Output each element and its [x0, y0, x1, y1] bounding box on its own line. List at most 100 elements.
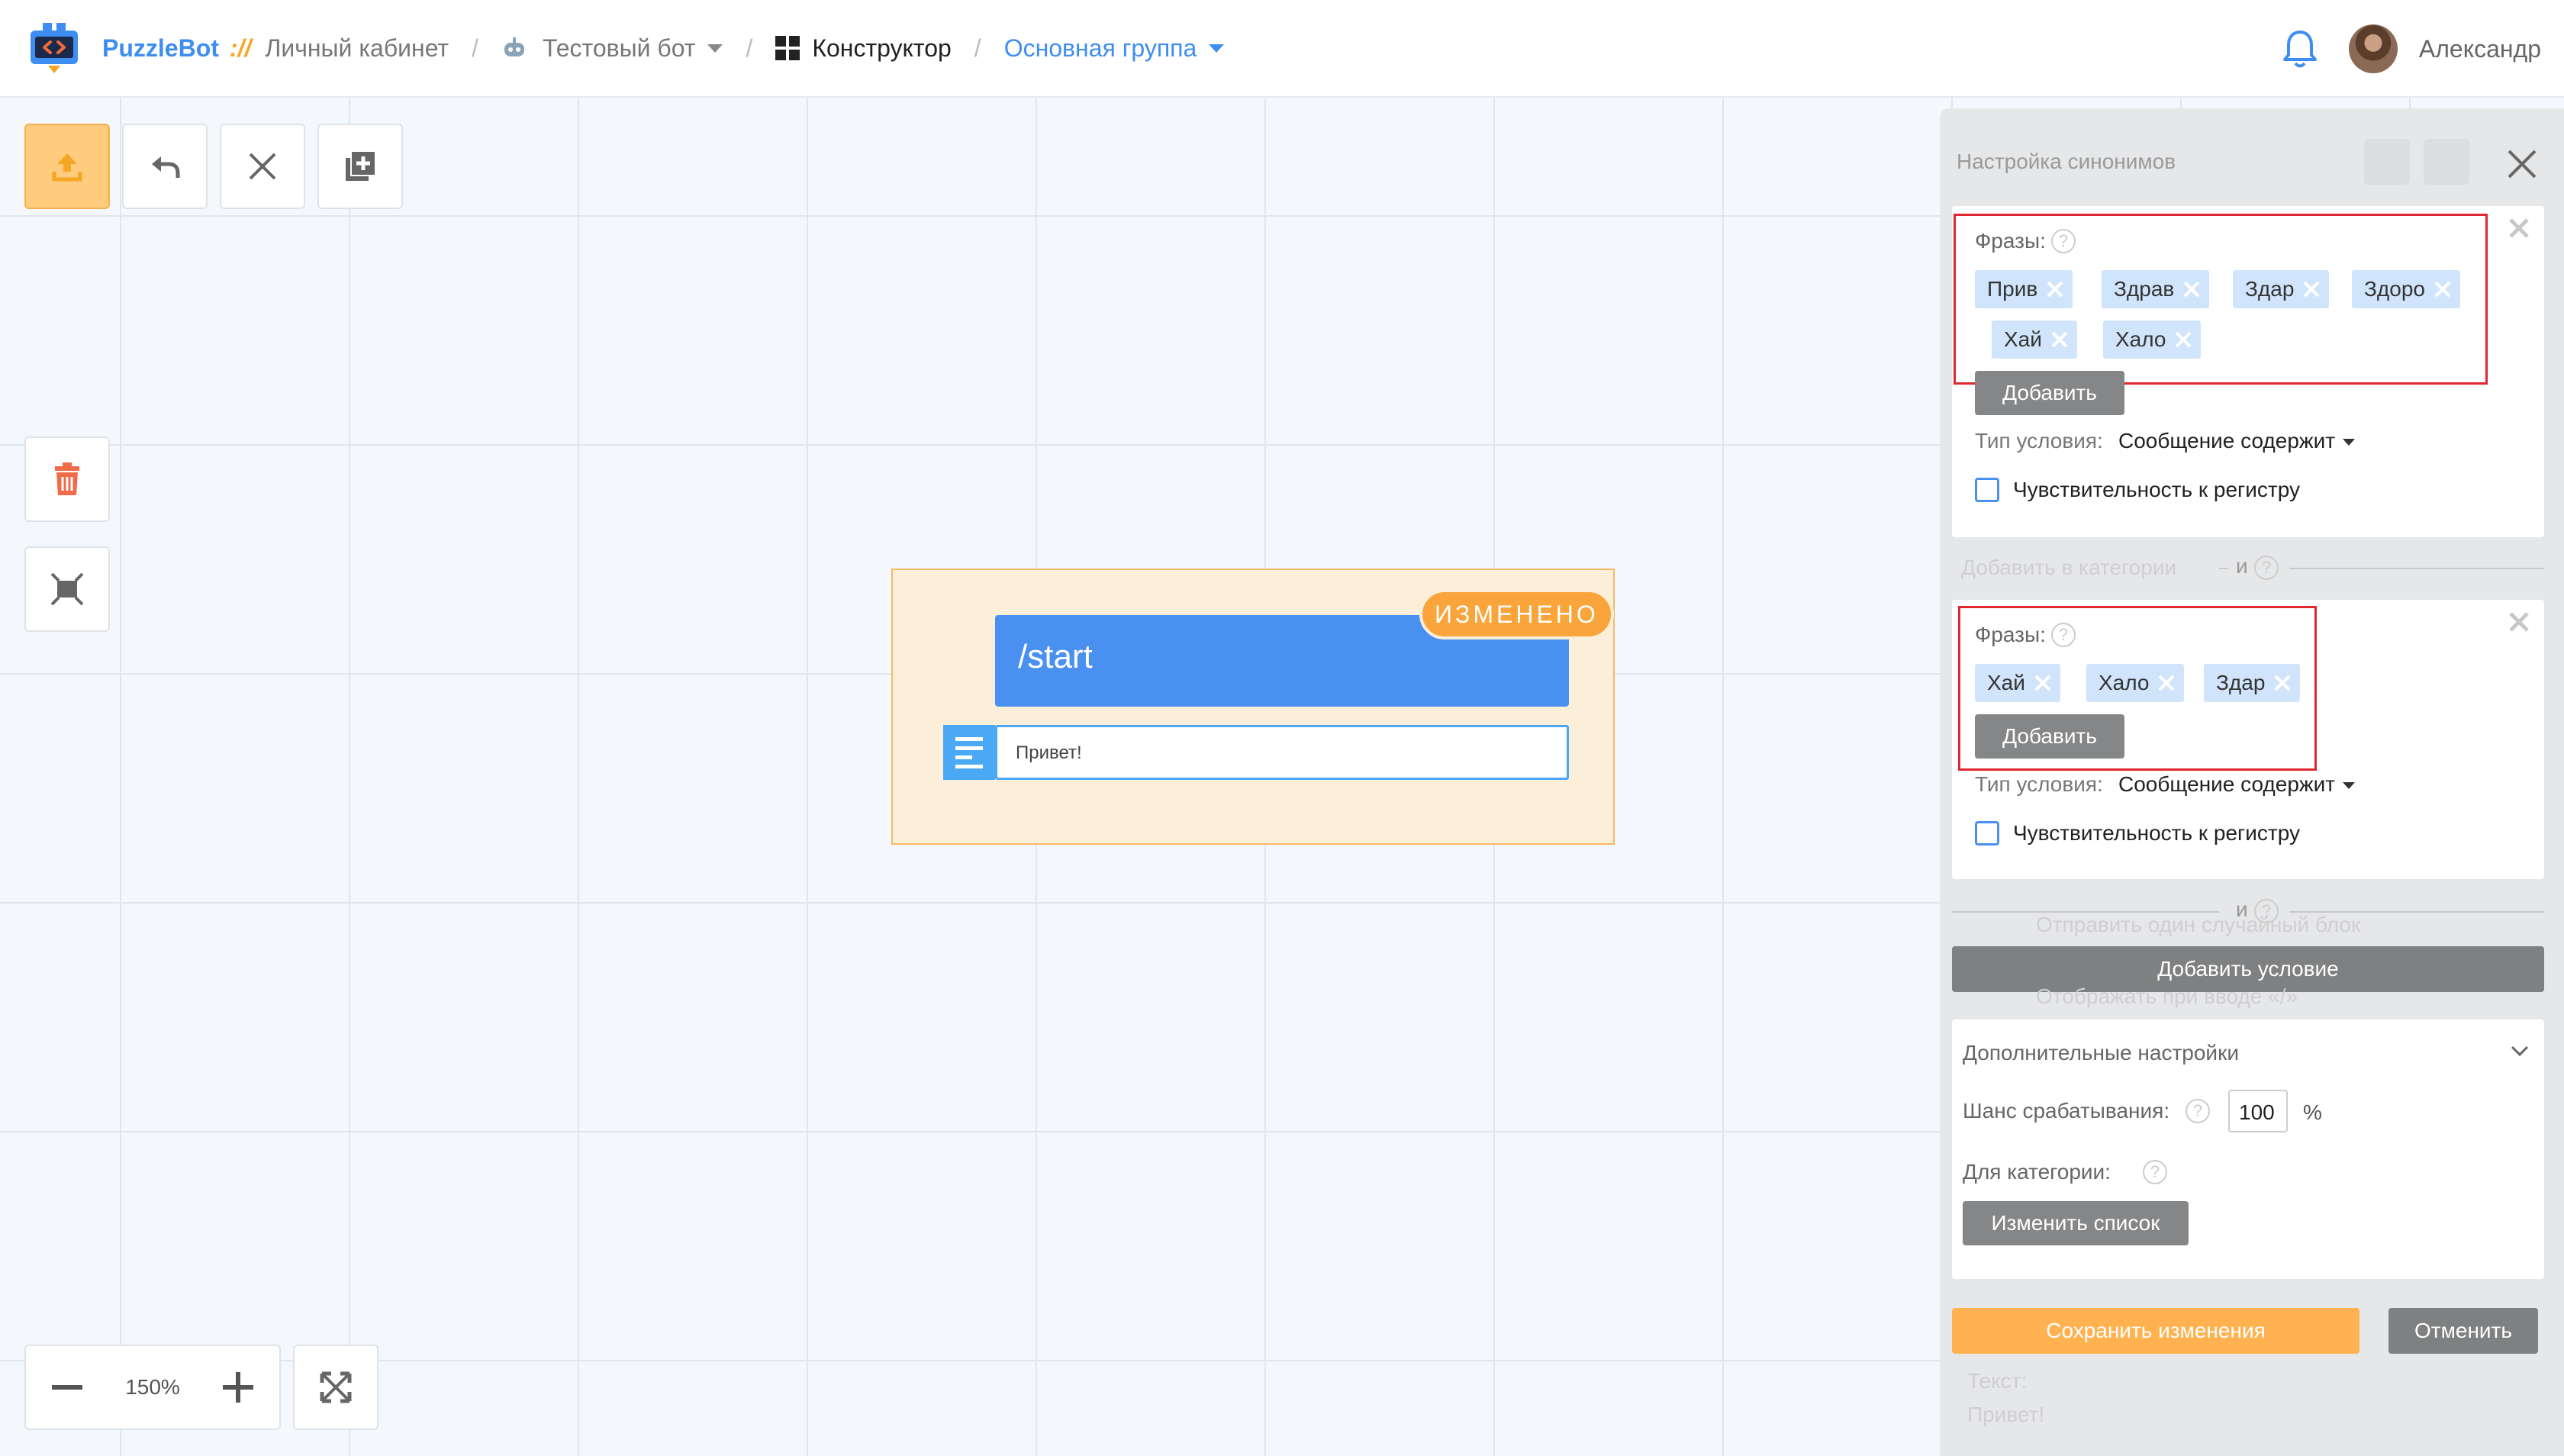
zoom-control: 150% — [24, 1345, 281, 1430]
zoom-out-icon[interactable] — [50, 1371, 84, 1404]
fit-frame-button[interactable] — [24, 546, 110, 632]
zoom-in-icon[interactable] — [221, 1371, 255, 1404]
remove-tag-icon[interactable] — [2173, 330, 2193, 350]
chance-label: Шанс срабатывания: — [1963, 1099, 2170, 1123]
breadcrumb-constructor[interactable]: Конструктор — [812, 34, 951, 63]
help-icon[interactable]: ? — [2254, 556, 2279, 580]
remove-tag-icon[interactable] — [2050, 330, 2070, 350]
remove-tag-icon[interactable] — [2433, 279, 2453, 299]
close-icon[interactable] — [2503, 145, 2541, 183]
add-phrase-button[interactable]: Добавить — [1975, 714, 2124, 759]
frame-icon — [50, 572, 84, 606]
breadcrumb-cabinet[interactable]: Личный кабинет — [265, 34, 449, 63]
phrase-tag: Здар — [2233, 270, 2330, 308]
upload-icon — [52, 153, 82, 182]
help-icon[interactable]: ? — [2186, 1099, 2210, 1123]
chevron-down-icon[interactable] — [1209, 43, 1225, 53]
condition-type-select[interactable]: Сообщение содержит — [2118, 772, 2356, 797]
remove-tag-icon[interactable] — [2301, 279, 2321, 299]
add-block-icon — [346, 152, 375, 181]
help-icon[interactable]: ? — [2143, 1160, 2167, 1184]
add-phrase-button[interactable]: Добавить — [1975, 371, 2124, 415]
faded-background-text: Привет! — [1967, 1403, 2045, 1426]
puzzlebot-logo-icon[interactable] — [27, 21, 81, 75]
extra-settings-card: Дополнительные настройки Шанс срабатыван… — [1952, 1020, 2544, 1279]
constructor-grid-icon — [775, 36, 800, 60]
case-sensitivity-label[interactable]: Чувствительность к регистру — [2013, 821, 2300, 846]
chevron-down-icon — [2343, 782, 2356, 790]
delete-button[interactable] — [24, 436, 110, 522]
change-list-button[interactable]: Изменить список — [1963, 1201, 2189, 1245]
undo-icon — [152, 156, 180, 178]
cancel-button[interactable]: Отменить — [2388, 1308, 2538, 1354]
condition-type-label: Тип условия: — [1975, 772, 2103, 796]
case-sensitivity-checkbox[interactable] — [1975, 478, 1999, 502]
phrase-tag: Хало — [2103, 321, 2202, 359]
phrase-tag: Здоро — [2352, 270, 2460, 308]
phrase-tag: Прив — [1975, 270, 2073, 308]
panel-ghost-button — [2364, 139, 2410, 185]
phrases-label: Фразы: — [1975, 623, 2046, 646]
remove-tag-icon[interactable] — [2182, 279, 2202, 299]
close-icon — [249, 153, 276, 180]
breadcrumb-divider: / — [746, 34, 753, 62]
brand-name[interactable]: PuzzleBot — [102, 34, 219, 63]
condition-card: Фразы: ? Прив Здрав Здар Здоро Хай Хало … — [1952, 206, 2544, 537]
remove-condition-icon[interactable] — [2506, 215, 2532, 241]
bell-icon[interactable] — [2280, 27, 2320, 70]
faded-background-text: Добавить в категории — [1961, 556, 2177, 579]
case-sensitivity-checkbox[interactable] — [1975, 821, 1999, 846]
user-name[interactable]: Александр — [2419, 35, 2541, 63]
faded-background-text: Отображать при вводе «/» — [2036, 984, 2298, 1008]
phrase-tag: Хало — [2086, 664, 2185, 702]
fullscreen-button[interactable] — [293, 1345, 378, 1430]
avatar[interactable] — [2348, 24, 2398, 73]
breadcrumb-divider: / — [974, 34, 981, 62]
remove-tag-icon[interactable] — [2045, 279, 2065, 299]
undo-button[interactable] — [122, 124, 208, 209]
extra-settings-title[interactable]: Дополнительные настройки — [1963, 1041, 2239, 1065]
phrase-tag: Хай — [1975, 664, 2060, 702]
faded-background-text: Отправить один случайный блок — [2036, 913, 2361, 936]
breadcrumb-group[interactable]: Основная группа — [1004, 34, 1197, 63]
status-badge: ИЗМЕНЕНО — [1419, 589, 1614, 639]
and-label: и — [2236, 554, 2248, 578]
remove-condition-icon[interactable] — [2506, 609, 2532, 635]
chevron-down-icon — [2343, 439, 2356, 446]
phrase-tag: Здар — [2204, 664, 2301, 702]
condition-type-select[interactable]: Сообщение содержит — [2118, 429, 2356, 453]
chance-input[interactable]: 100 — [2228, 1090, 2288, 1132]
trash-icon — [55, 462, 79, 495]
chance-unit: % — [2303, 1100, 2322, 1124]
panel-title: Настройка синонимов — [1957, 150, 2176, 173]
faded-background-text: Текст: — [1967, 1369, 2028, 1393]
help-icon[interactable]: ? — [2051, 623, 2076, 647]
condition-card: Фразы: ? Хай Хало Здар Добавить Тип усло… — [1952, 600, 2544, 879]
condition-type-label: Тип условия: — [1975, 429, 2103, 453]
header-user-area: Александр — [2280, 0, 2541, 98]
breadcrumb-divider: / — [472, 34, 478, 62]
brand-separator: :// — [229, 34, 252, 62]
phrases-label: Фразы: — [1975, 229, 2046, 253]
remove-tag-icon[interactable] — [2157, 673, 2176, 693]
cancel-changes-button[interactable] — [220, 124, 305, 209]
chevron-down-icon[interactable] — [2509, 1044, 2530, 1059]
text-message-icon — [943, 725, 995, 780]
add-block-button[interactable] — [317, 124, 403, 209]
publish-button[interactable] — [24, 124, 110, 209]
top-header: PuzzleBot :// Личный кабинет / Тестовый … — [0, 0, 2564, 98]
breadcrumb-bot[interactable]: Тестовый бот — [543, 34, 695, 63]
remove-tag-icon[interactable] — [2033, 673, 2053, 693]
expand-icon — [320, 1371, 352, 1403]
save-changes-button[interactable]: Сохранить изменения — [1952, 1308, 2359, 1354]
phrase-tag: Хай — [1992, 321, 2077, 359]
bot-icon — [504, 37, 524, 56]
remove-tag-icon[interactable] — [2272, 673, 2292, 693]
and-separator: Добавить в категории и ? — [1952, 552, 2544, 583]
chevron-down-icon[interactable] — [707, 43, 723, 53]
zoom-level: 150% — [125, 1375, 180, 1399]
case-sensitivity-label[interactable]: Чувствительность к регистру — [2013, 478, 2300, 502]
message-block[interactable]: Привет! — [995, 725, 1569, 780]
help-icon[interactable]: ? — [2051, 229, 2076, 253]
category-label: Для категории: — [1963, 1160, 2111, 1184]
